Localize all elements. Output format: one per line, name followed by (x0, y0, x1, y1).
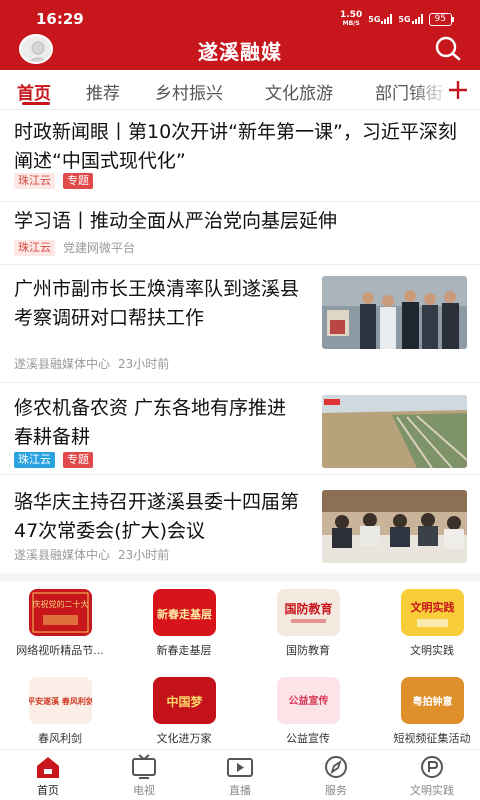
grid-item-public-welfare[interactable]: 公益宣传 公益宣传 (248, 677, 368, 746)
news-item[interactable]: 广州市副市长王焕清率队到遂溪县考察调研对口帮扶工作 遂溪县融媒体中心 23小时前 (0, 265, 480, 383)
grid-item-spring-breeze[interactable]: 平安遂溪 春风利剑 春风利剑 (0, 677, 120, 746)
svg-text:中国梦: 中国梦 (166, 694, 203, 709)
grid-label: 短视频征集活动 (393, 732, 471, 745)
spring-festival-icon: 新春走基层 (152, 589, 216, 636)
news-thumbnail[interactable] (322, 395, 467, 468)
app-header: 16:29 1.50 MB/S 5G 5G 95 遂溪融媒 (0, 0, 480, 70)
nav-tv[interactable]: 电视 (96, 754, 192, 798)
grid-label: 网络视听精品节... (16, 644, 104, 657)
tab-recommend[interactable]: 推荐 (86, 79, 120, 104)
grid-item-national-defense[interactable]: 国防教育 国防教育 (248, 589, 368, 658)
news-meta: 遂溪县融媒体中心 23小时前 (14, 355, 169, 372)
tab-fade (410, 70, 450, 108)
search-icon[interactable] (434, 36, 462, 62)
nav-label: 服务 (325, 784, 347, 797)
grid-item-civilization[interactable]: 文明实践 文明实践 (372, 589, 480, 658)
bottom-nav: 首页 电视 直播 服务 文明实践 (0, 749, 480, 800)
news-source: 遂溪县融媒体中心 (14, 548, 111, 562)
feature-grid: 庆祝党的二十大 网络视听精品节... 新春走基层 新春走基层 国防教育 国防教育 (0, 573, 480, 749)
news-meta: 珠江云 专题 (14, 452, 93, 468)
news-title[interactable]: 修农机备农资 广东各地有序推进春耕备耕 (14, 394, 304, 452)
topic-tag: 专题 (63, 173, 93, 189)
signal-icon: 5G (368, 14, 393, 24)
nav-live[interactable]: 直播 (192, 754, 288, 798)
news-title[interactable]: 学习语丨推动全面从严治党向基层延伸 (14, 207, 469, 236)
source-tag: 珠江云 (14, 239, 55, 256)
signal-icon-2: 5G (398, 14, 423, 24)
nav-label: 直播 (229, 784, 251, 797)
news-meta: 遂溪县融媒体中心 23小时前 (14, 546, 169, 563)
nav-label: 首页 (37, 784, 59, 797)
grid-item-short-video[interactable]: 粤拍钟意 短视频征集活动 (372, 677, 480, 746)
home-icon (37, 757, 59, 778)
news-item[interactable]: 修农机备农资 广东各地有序推进春耕备耕 珠江云 专题 (0, 383, 480, 475)
news-time: 23小时前 (118, 357, 170, 371)
national-defense-icon: 国防教育 (276, 589, 340, 636)
tab-home[interactable]: 首页 (17, 79, 51, 104)
compass-icon (325, 756, 347, 778)
civilization-practice-icon: 文明实践 (400, 589, 464, 636)
tab-rural-revitalization[interactable]: 乡村振兴 (155, 79, 223, 104)
source-tag: 珠江云 (14, 452, 55, 468)
nav-label: 文明实践 (410, 784, 454, 797)
short-video-icon: 粤拍钟意 (400, 677, 464, 724)
grid-item-culture[interactable]: 中国梦 文化进万家 (124, 677, 244, 746)
tab-culture-tourism[interactable]: 文化旅游 (265, 79, 333, 104)
net-speed: 1.50 MB/S (340, 10, 363, 28)
news-source: 遂溪县融媒体中心 (14, 357, 111, 371)
nav-service[interactable]: 服务 (288, 754, 384, 798)
grid-item-spring-festival[interactable]: 新春走基层 新春走基层 (124, 589, 244, 658)
nav-home[interactable]: 首页 (0, 754, 96, 798)
public-welfare-icon: 公益宣传 (276, 677, 340, 724)
status-bar: 16:29 1.50 MB/S 5G 5G 95 (0, 0, 480, 34)
grid-item-audiovisual[interactable]: 庆祝党的二十大 网络视听精品节... (0, 589, 120, 658)
status-time: 16:29 (36, 10, 84, 28)
news-item[interactable]: 时政新闻眼丨第10次开讲“新年第一课”，习近平深刻阐述“中国式现代化” 珠江云 … (0, 110, 480, 202)
news-thumbnail[interactable] (322, 276, 467, 349)
audiovisual-icon: 庆祝党的二十大 (28, 589, 92, 636)
grid-label: 文化进万家 (156, 732, 212, 745)
svg-text:文明实践: 文明实践 (410, 600, 454, 614)
news-title[interactable]: 骆华庆主持召开遂溪县委十四届第47次常委会(扩大)会议 (14, 488, 309, 546)
plus-icon[interactable] (446, 75, 470, 103)
svg-text:国防教育: 国防教育 (284, 601, 332, 616)
svg-text:粤拍钟意: 粤拍钟意 (412, 695, 452, 708)
civilization-icon (421, 756, 443, 778)
nav-label: 电视 (133, 784, 155, 797)
live-icon (227, 758, 253, 777)
news-title[interactable]: 广州市副市长王焕清率队到遂溪县考察调研对口帮扶工作 (14, 275, 304, 333)
nav-civilization[interactable]: 文明实践 (384, 754, 480, 798)
spring-breeze-icon: 平安遂溪 春风利剑 (28, 677, 92, 724)
svg-text:庆祝党的二十大: 庆祝党的二十大 (32, 599, 88, 609)
grid-label: 公益宣传 (286, 732, 330, 745)
svg-text:新春走基层: 新春走基层 (157, 607, 212, 621)
culture-icon: 中国梦 (152, 677, 216, 724)
news-title[interactable]: 时政新闻眼丨第10次开讲“新年第一课”，习近平深刻阐述“中国式现代化” (14, 118, 469, 176)
topic-tag: 专题 (63, 452, 93, 468)
status-indicators: 1.50 MB/S 5G 5G 95 (340, 10, 455, 28)
news-item[interactable]: 骆华庆主持召开遂溪县委十四届第47次常委会(扩大)会议 遂溪县融媒体中心 23小… (0, 475, 480, 573)
news-thumbnail[interactable] (322, 490, 467, 563)
tv-icon (132, 754, 156, 779)
news-meta: 珠江云 党建网微平台 (14, 239, 135, 256)
svg-text:平安遂溪 春风利剑: 平安遂溪 春风利剑 (29, 696, 92, 706)
app-title: 遂溪融媒 (198, 40, 282, 64)
news-item[interactable]: 学习语丨推动全面从严治党向基层延伸 珠江云 党建网微平台 (0, 202, 480, 265)
channel-tabs: 首页 推荐 乡村振兴 文化旅游 部门镇街 (0, 70, 480, 110)
grid-label: 春风利剑 (38, 732, 82, 745)
news-time: 23小时前 (118, 548, 170, 562)
grid-label: 文明实践 (410, 644, 454, 657)
svg-text:公益宣传: 公益宣传 (288, 694, 328, 707)
news-source: 党建网微平台 (63, 241, 136, 255)
grid-label: 国防教育 (286, 644, 330, 657)
source-tag: 珠江云 (14, 173, 55, 189)
active-tab-indicator (22, 102, 50, 105)
news-meta: 珠江云 专题 (14, 173, 93, 189)
battery-icon: 95 (428, 12, 455, 26)
grid-label: 新春走基层 (156, 644, 212, 657)
